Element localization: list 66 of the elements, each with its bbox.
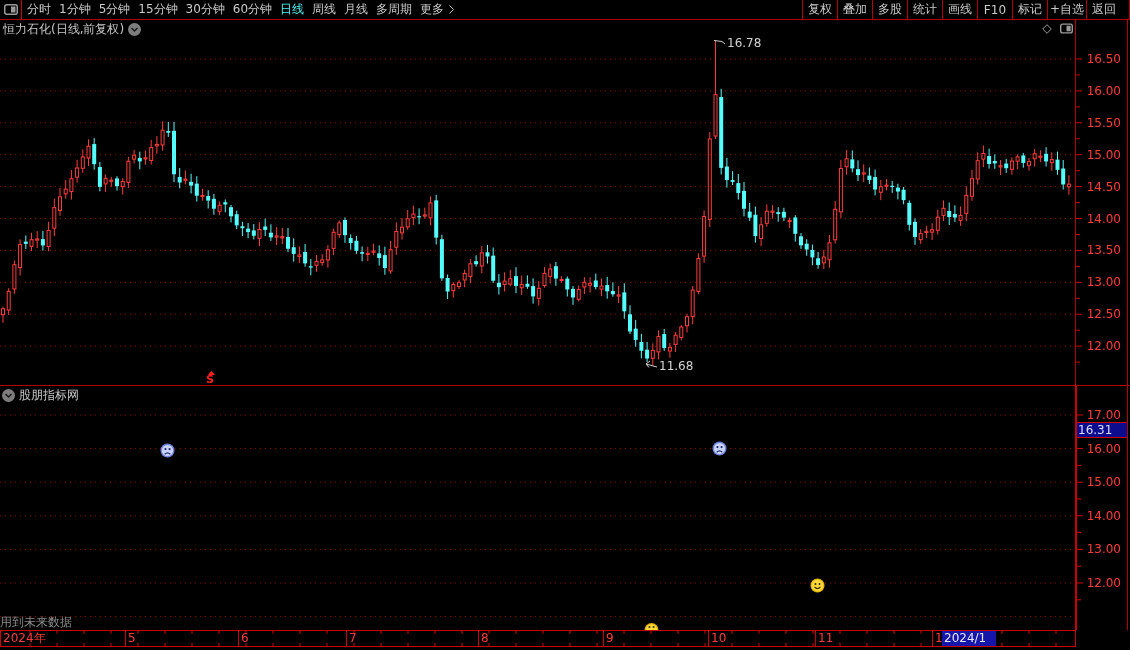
value-axis-label: 16.00 [1086, 440, 1121, 457]
toolbar-button[interactable]: 多股 [871, 0, 907, 19]
leader-line [645, 360, 658, 368]
high-price-label: 16.78 [727, 36, 762, 50]
period-tab[interactable]: 分时 [27, 1, 51, 18]
price-axis-label: 14.00 [1086, 210, 1121, 227]
dropdown-icon[interactable] [128, 22, 142, 36]
panel-toggle-icon [3, 4, 18, 15]
date-axis-label: 6 [241, 631, 249, 646]
diamond-icon[interactable] [1042, 24, 1052, 34]
more-button[interactable]: 更多 [420, 1, 455, 18]
period-tab[interactable]: 5分钟 [98, 1, 131, 18]
period-tab[interactable]: 日线 [280, 1, 305, 18]
toolbar-button[interactable]: 画线 [941, 0, 977, 19]
price-axis-label: 16.50 [1086, 51, 1121, 67]
price-axis-label: 12.50 [1086, 306, 1121, 323]
period-tab[interactable]: 1分钟 [59, 1, 91, 18]
value-axis-label: 14.00 [1086, 507, 1121, 524]
dropdown-icon[interactable] [2, 388, 15, 402]
future-data-warning: 用到未来数据 [0, 615, 72, 630]
period-tab[interactable]: 15分钟 [138, 1, 178, 18]
low-price-label: 11.68 [659, 359, 694, 373]
price-axis-label: 15.50 [1086, 114, 1121, 131]
date-axis-label: 10 [711, 631, 727, 646]
toolbar-button[interactable]: 复权 [801, 0, 837, 19]
date-axis-label: 7 [349, 631, 357, 646]
current-value-label: 16.31 [1077, 422, 1127, 438]
period-tab[interactable]: 月线 [344, 1, 369, 18]
price-axis-label: 12.00 [1086, 338, 1121, 355]
price-axis-label: 13.00 [1086, 274, 1121, 291]
panel-toggle-icon[interactable] [1060, 23, 1073, 34]
price-axis-label: 16.00 [1086, 82, 1121, 99]
indicator-title: 股朋指标网 [19, 387, 79, 403]
smiley-face-icon [810, 578, 825, 593]
date-axis-label: 9 [606, 631, 614, 646]
current-date-label: 2024/1 [942, 631, 997, 646]
toolbar-button[interactable]: +自选 [1046, 0, 1086, 19]
value-axis-label: 15.00 [1086, 474, 1121, 491]
date-axis-label: 5 [128, 631, 136, 646]
value-axis-label: 17.00 [1086, 407, 1121, 423]
signal-label: S [206, 374, 214, 385]
leader-line [713, 40, 726, 45]
sad-face-icon [712, 441, 727, 456]
period-tab[interactable]: 周线 [312, 1, 337, 18]
price-axis-label: 14.50 [1086, 178, 1121, 195]
date-axis-label: 8 [481, 631, 489, 646]
price-axis-label: 15.00 [1086, 146, 1121, 163]
price-axis-label: 13.50 [1086, 242, 1121, 259]
period-tab[interactable]: 多周期 [376, 1, 413, 18]
date-axis-label: 1 [935, 631, 943, 646]
face-icon [644, 621, 659, 630]
toolbar-button[interactable]: 返回 [1086, 0, 1121, 19]
toolbar-button[interactable]: F10 [976, 0, 1012, 19]
period-tab[interactable]: 30分钟 [185, 1, 225, 18]
value-axis-label: 13.00 [1086, 541, 1121, 558]
toolbar-button[interactable]: 统计 [906, 0, 942, 19]
chart-title: 恒力石化(日线,前复权) [3, 21, 125, 37]
toolbar-button[interactable]: 标记 [1011, 0, 1047, 19]
date-axis-label: 2024年 [3, 631, 46, 646]
sad-face-icon [160, 443, 175, 458]
date-axis-label: 11 [818, 631, 834, 646]
triangle-marker-icon [208, 371, 215, 375]
toolbar-button[interactable]: 叠加 [836, 0, 872, 19]
period-tab[interactable]: 60分钟 [232, 1, 273, 18]
value-axis-label: 12.00 [1086, 575, 1121, 591]
chevron-icon [449, 5, 455, 14]
